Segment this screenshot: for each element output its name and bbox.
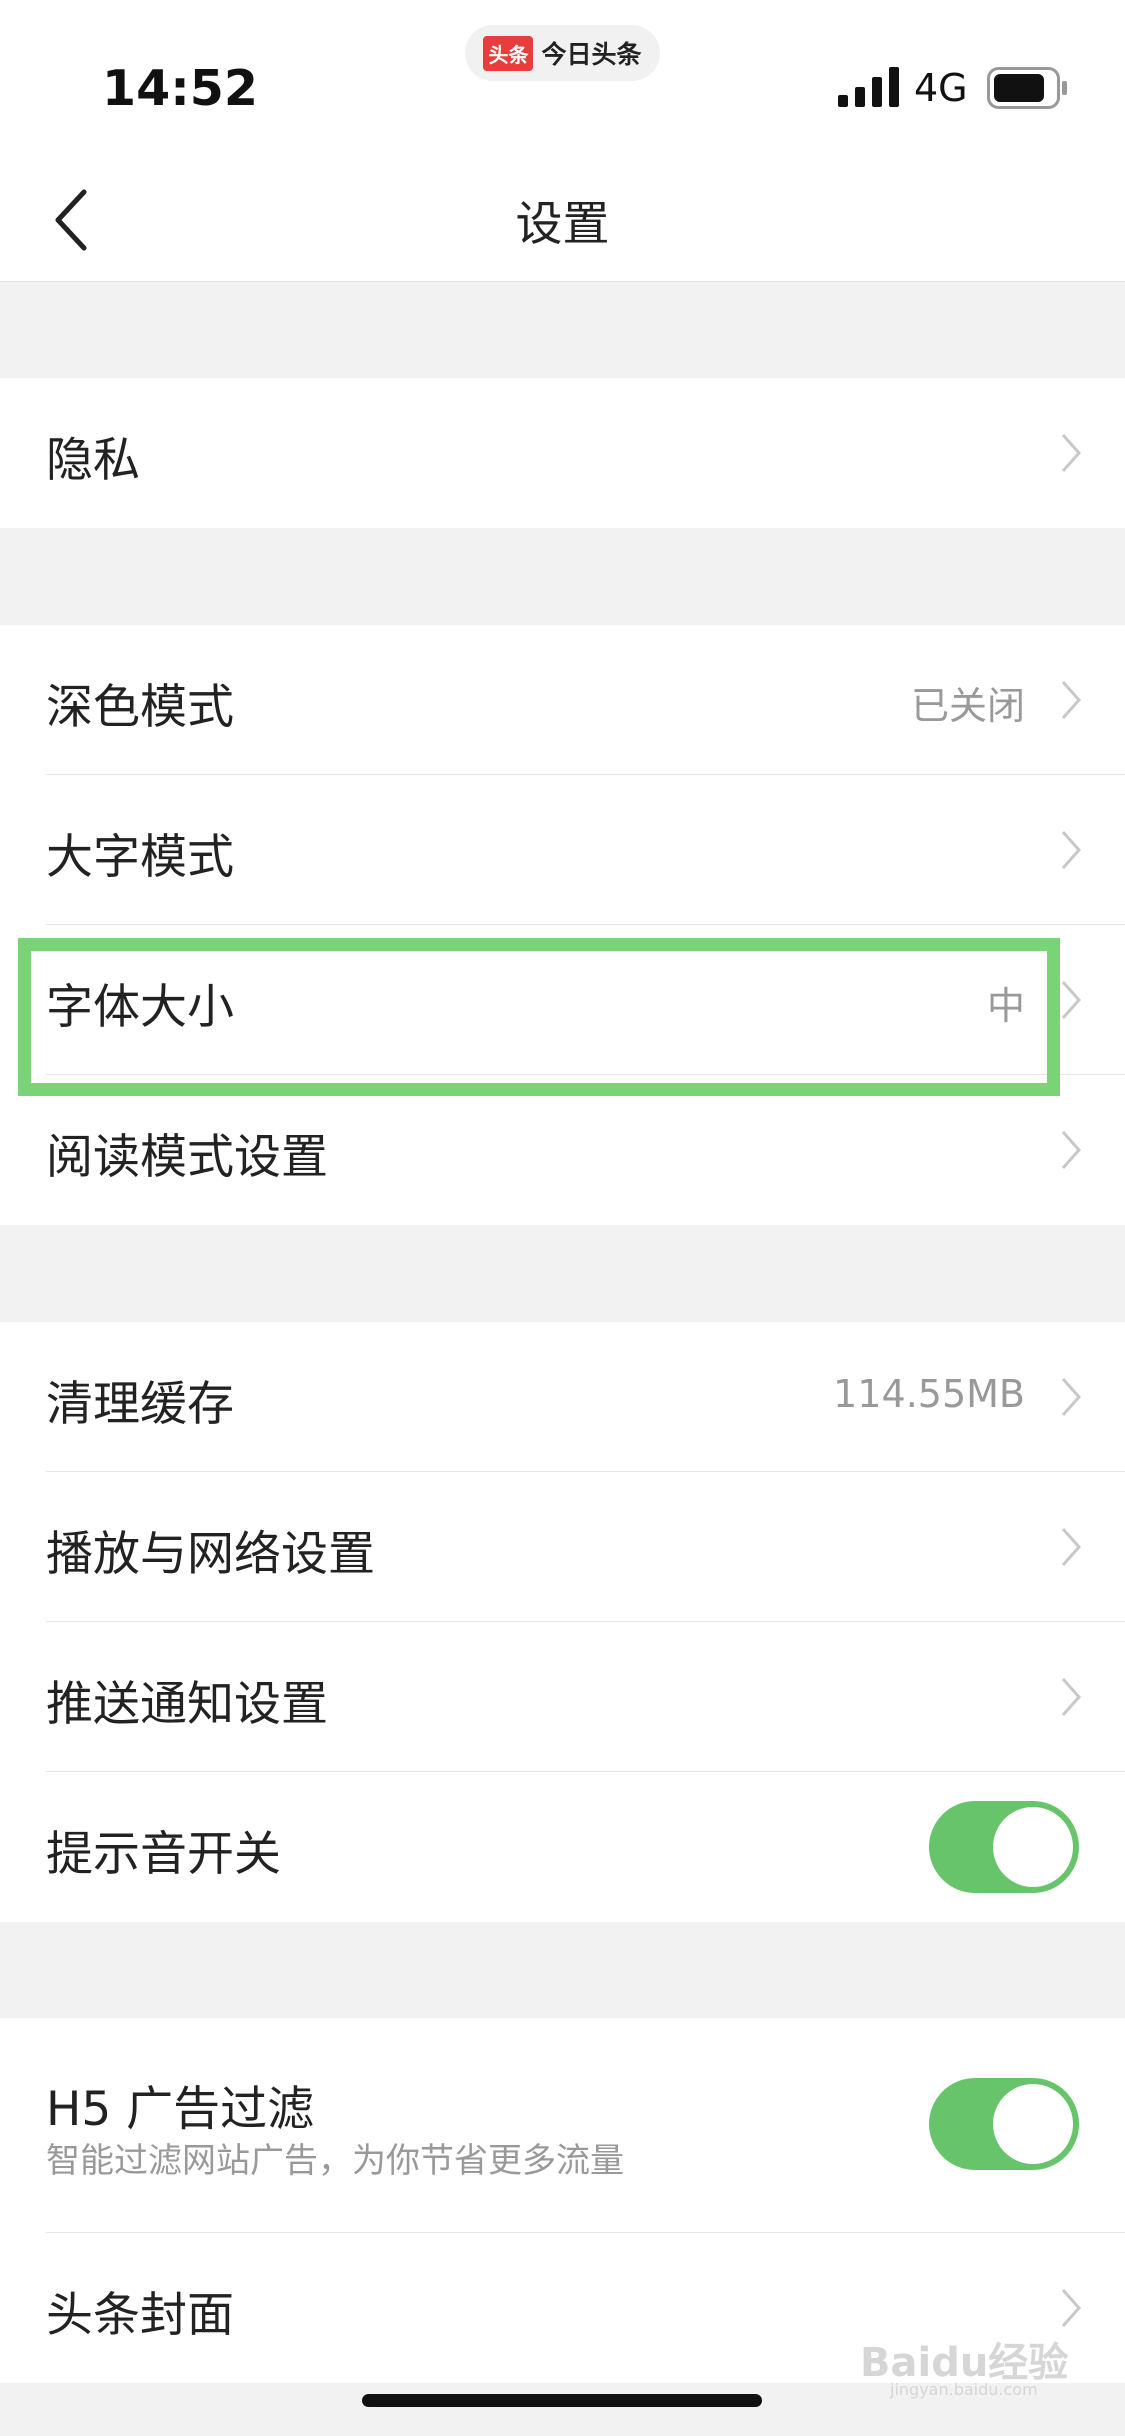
toggle-knob — [993, 2084, 1073, 2164]
chevron-right-icon — [1061, 2289, 1082, 2327]
baidu-watermark-url: jingyan.baidu.com — [890, 2380, 1038, 2399]
row-value: 114.55MB — [833, 1372, 1025, 1416]
settings-group-privacy: 隐私 — [0, 378, 1125, 528]
row-sublabel: 智能过滤网站广告，为你节省更多流量 — [46, 2141, 624, 2181]
row-value: 已关闭 — [910, 684, 1025, 728]
network-type: 4G — [914, 66, 968, 110]
navigation-bar: 设置 — [0, 155, 1125, 282]
row-label: 深色模式 — [46, 680, 234, 735]
chevron-right-icon — [1061, 434, 1082, 472]
app-indicator-pill[interactable]: 头条 今日头条 — [465, 25, 660, 81]
settings-row-dark-mode[interactable]: 深色模式 已关闭 — [0, 625, 1125, 775]
row-label: 提示音开关 — [46, 1827, 281, 1882]
settings-row-large-text-mode[interactable]: 大字模式 — [0, 775, 1125, 925]
toutiao-logo-icon: 头条 — [483, 35, 534, 71]
chevron-right-icon — [1061, 831, 1082, 869]
chevron-right-icon — [1061, 1378, 1082, 1416]
settings-group-content: H5 广告过滤 智能过滤网站广告，为你节省更多流量 头条封面 — [0, 2018, 1125, 2383]
row-label: 阅读模式设置 — [46, 1130, 328, 1185]
h5-ad-filter-toggle-switch[interactable] — [929, 2078, 1079, 2170]
settings-row-playback-network[interactable]: 播放与网络设置 — [0, 1472, 1125, 1622]
chevron-right-icon — [1061, 1131, 1082, 1169]
app-name: 今日头条 — [541, 40, 642, 69]
settings-group-general: 清理缓存 114.55MB 播放与网络设置 推送通知设置 提示音开关 — [0, 1322, 1125, 1922]
settings-row-push-notifications[interactable]: 推送通知设置 — [0, 1622, 1125, 1772]
settings-row-privacy[interactable]: 隐私 — [0, 378, 1125, 528]
settings-group-display: 深色模式 已关闭 大字模式 字体大小 中 阅读模式设置 — [0, 625, 1125, 1225]
row-label: H5 广告过滤 — [46, 2082, 315, 2137]
row-label: 隐私 — [46, 433, 140, 488]
chevron-right-icon — [1061, 1528, 1082, 1566]
row-label: 推送通知设置 — [46, 1677, 328, 1732]
settings-row-sound-toggle: 提示音开关 — [0, 1772, 1125, 1922]
highlight-box — [18, 938, 1060, 1096]
status-bar: 14:52 头条 今日头条 4G — [0, 0, 1125, 180]
sound-toggle-switch[interactable] — [929, 1801, 1079, 1893]
row-label: 播放与网络设置 — [46, 1527, 375, 1582]
settings-row-reading-mode[interactable]: 阅读模式设置 — [0, 1075, 1125, 1225]
chevron-right-icon — [1061, 1678, 1082, 1716]
chevron-right-icon — [1061, 681, 1082, 719]
status-time: 14:52 — [102, 60, 258, 117]
row-label: 大字模式 — [46, 830, 234, 885]
home-indicator[interactable] — [362, 2394, 762, 2407]
battery-icon — [987, 67, 1067, 109]
settings-row-clear-cache[interactable]: 清理缓存 114.55MB — [0, 1322, 1125, 1472]
row-label: 头条封面 — [46, 2288, 234, 2343]
signal-icon — [838, 67, 899, 107]
chevron-right-icon — [1061, 981, 1082, 1019]
page-title: 设置 — [515, 197, 610, 252]
settings-row-h5-ad-filter: H5 广告过滤 智能过滤网站广告，为你节省更多流量 — [0, 2018, 1125, 2233]
toggle-knob — [993, 1807, 1073, 1887]
row-label: 清理缓存 — [46, 1377, 234, 1432]
